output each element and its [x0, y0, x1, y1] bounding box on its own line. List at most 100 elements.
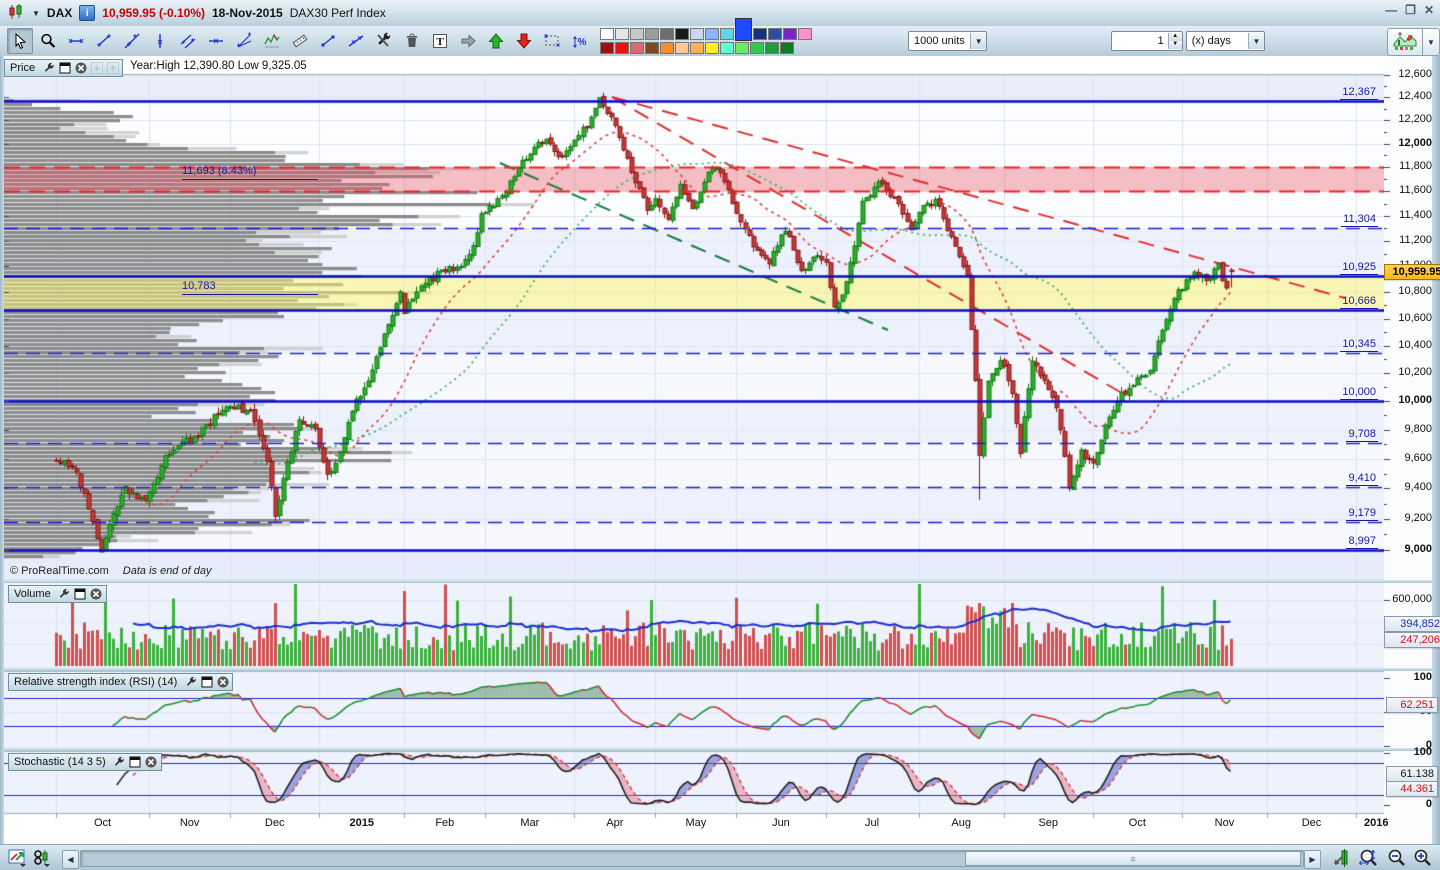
- parallel-channel-tool-button[interactable]: [175, 28, 201, 54]
- price-axis-tick-label: 11,200: [1399, 233, 1432, 246]
- x-axis-month-label: 2015: [349, 817, 375, 829]
- price-axis-tick-label: 11,800: [1399, 160, 1432, 173]
- forward-arrow-tool-button[interactable]: [455, 28, 481, 54]
- color-swatch[interactable]: [705, 42, 719, 54]
- line-tool-button[interactable]: [119, 28, 145, 54]
- link-instrument-icon[interactable]: [32, 848, 52, 868]
- scroll-right-arrow[interactable]: ▶: [1304, 850, 1321, 869]
- color-swatch[interactable]: [615, 42, 629, 54]
- horizontal-line-tool-button[interactable]: [203, 28, 229, 54]
- color-swatch[interactable]: [735, 18, 752, 41]
- color-swatch[interactable]: [783, 28, 797, 40]
- percent-scale-tool-button[interactable]: %: [567, 28, 593, 54]
- x-axis-month-label: Mar: [520, 817, 540, 829]
- panel-separator[interactable]: [4, 668, 1432, 671]
- info-icon[interactable]: i: [79, 5, 96, 21]
- price-level-label: 10,925: [1340, 261, 1378, 276]
- color-swatch[interactable]: [675, 28, 689, 40]
- rsi-close-icon[interactable]: [216, 676, 229, 689]
- text-tool-button[interactable]: T: [427, 28, 453, 54]
- color-swatch[interactable]: [645, 42, 659, 54]
- instrument-symbol[interactable]: DAX: [47, 6, 72, 20]
- panel-separator[interactable]: [4, 580, 1432, 583]
- color-swatch[interactable]: [720, 28, 734, 40]
- color-swatch[interactable]: [720, 42, 734, 54]
- close-button[interactable]: ✕: [1424, 3, 1434, 17]
- scroll-left-arrow[interactable]: ◀: [62, 850, 79, 869]
- color-swatch[interactable]: [690, 28, 704, 40]
- color-swatch[interactable]: [630, 42, 644, 54]
- measure-segment-tool-button[interactable]: [315, 28, 341, 54]
- zoom-box-tool-button[interactable]: [539, 28, 565, 54]
- timeframe-select[interactable]: (x) days ▼: [1185, 31, 1265, 51]
- price-axis-canvas[interactable]: [1384, 56, 1432, 844]
- price-panel-title: Price: [10, 62, 36, 74]
- color-swatch[interactable]: [615, 28, 629, 40]
- color-swatch[interactable]: [798, 28, 812, 40]
- volume-settings-wrench-icon[interactable]: [58, 588, 71, 601]
- color-swatch[interactable]: [780, 42, 794, 54]
- horizontal-segment-tool-button[interactable]: [63, 28, 89, 54]
- rsi-window-icon[interactable]: [200, 676, 213, 689]
- color-swatch[interactable]: [630, 28, 644, 40]
- color-swatch[interactable]: [705, 28, 719, 40]
- time-scrollbar-track[interactable]: ≡: [80, 850, 1304, 867]
- volume-window-icon[interactable]: [74, 588, 87, 601]
- color-swatch[interactable]: [690, 42, 704, 54]
- zoom-out-icon[interactable]: [1386, 848, 1406, 868]
- color-swatch[interactable]: [765, 42, 779, 54]
- instrument-dropdown-arrow[interactable]: ▼: [32, 9, 40, 18]
- restore-button[interactable]: ❐: [1405, 3, 1416, 17]
- price-close-icon[interactable]: [74, 62, 87, 75]
- workspace-tool-icon[interactable]: [1332, 848, 1352, 868]
- tools-tool-button[interactable]: [371, 28, 397, 54]
- pointer-tool-button[interactable]: [7, 28, 33, 54]
- color-swatch[interactable]: [675, 42, 689, 54]
- units-select[interactable]: 1000 units ▼: [908, 31, 988, 51]
- chart-style-dropdown-arrow[interactable]: ▼: [1422, 28, 1440, 56]
- color-swatch[interactable]: [645, 28, 659, 40]
- trendline-tool-button[interactable]: [343, 28, 369, 54]
- chart-style-button[interactable]: [1386, 28, 1423, 56]
- fan-lines-tool-button[interactable]: [231, 28, 257, 54]
- price-window-icon[interactable]: [58, 62, 71, 75]
- vertical-line-tool-button[interactable]: [147, 28, 173, 54]
- interval-up-arrow[interactable]: ▲: [1168, 33, 1182, 41]
- sell-arrow-tool-button[interactable]: [511, 28, 537, 54]
- color-swatch[interactable]: [750, 42, 764, 54]
- minimize-button[interactable]: —: [1385, 3, 1397, 17]
- eraser-tool-button[interactable]: [399, 28, 425, 54]
- zoom-in-icon[interactable]: [1412, 848, 1432, 868]
- rsi-last-badge: 62.251: [1386, 696, 1438, 713]
- units-dropdown-arrow[interactable]: ▼: [970, 33, 987, 49]
- color-swatch[interactable]: [660, 28, 674, 40]
- zoom-fit-icon[interactable]: [1358, 848, 1378, 868]
- interval-spinner[interactable]: 1 ▲ ▼: [1111, 31, 1183, 51]
- color-swatch[interactable]: [768, 28, 782, 40]
- timeframe-dropdown-arrow[interactable]: ▼: [1247, 33, 1264, 49]
- rsi-settings-wrench-icon[interactable]: [184, 676, 197, 689]
- stochastic-settings-wrench-icon[interactable]: [113, 756, 126, 769]
- interval-down-arrow[interactable]: ▼: [1168, 41, 1182, 49]
- share-chart-icon[interactable]: [8, 848, 28, 868]
- price-axis-tick-label: 10,000: [1398, 394, 1432, 407]
- candlestick-logo-icon: [7, 3, 25, 23]
- panel-separator[interactable]: [4, 748, 1432, 751]
- magnifier-tool-button[interactable]: [35, 28, 61, 54]
- color-swatch[interactable]: [753, 28, 767, 40]
- segment-tool-button[interactable]: [91, 28, 117, 54]
- color-swatch[interactable]: [735, 42, 749, 54]
- time-scrollbar-thumb[interactable]: ≡: [965, 851, 1301, 866]
- price-axis-tick-label: 12,000: [1398, 136, 1432, 149]
- buy-arrow-tool-button[interactable]: [483, 28, 509, 54]
- stochastic-close-icon[interactable]: [145, 756, 158, 769]
- price-settings-wrench-icon[interactable]: [42, 62, 55, 75]
- color-swatch[interactable]: [660, 42, 674, 54]
- stochastic-window-icon[interactable]: [129, 756, 142, 769]
- ruler-tool-button[interactable]: [287, 28, 313, 54]
- color-swatch[interactable]: [600, 28, 614, 40]
- pattern-detector-tool-button[interactable]: [259, 28, 285, 54]
- volume-close-icon[interactable]: [90, 588, 103, 601]
- color-swatch[interactable]: [600, 42, 614, 54]
- price-axis-tick-label: 9,600: [1404, 451, 1432, 464]
